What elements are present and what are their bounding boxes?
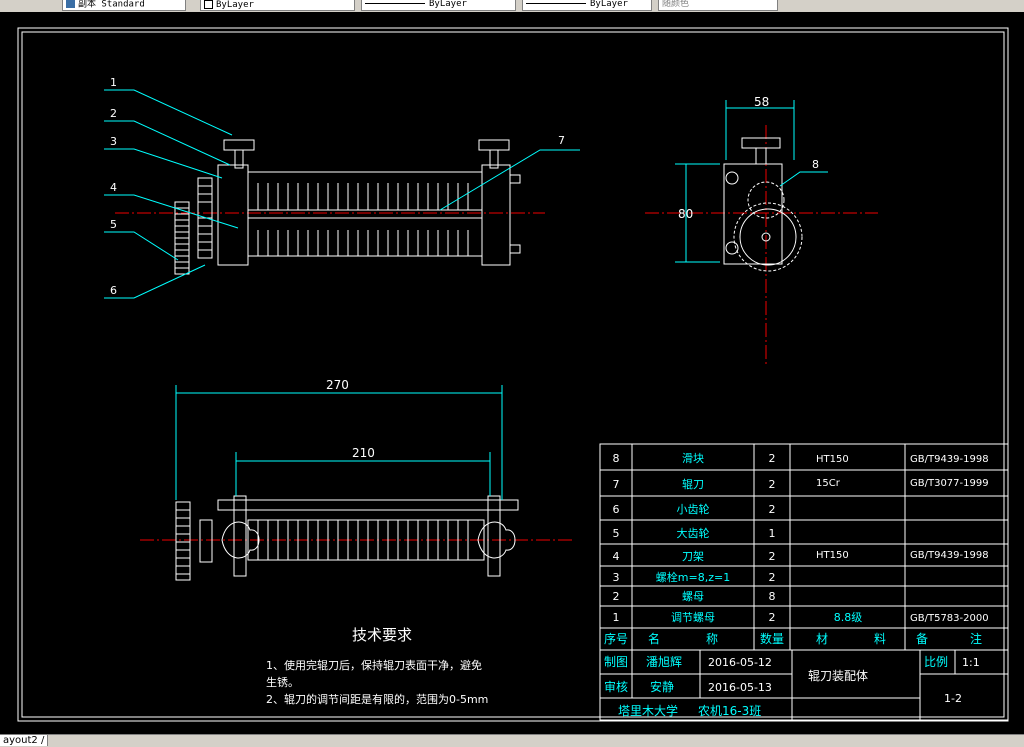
svg-text:8: 8 [613, 452, 620, 465]
svg-text:小齿轮: 小齿轮 [677, 502, 710, 516]
dim-270: 270 [326, 378, 349, 392]
svg-text:2016-05-12: 2016-05-12 [708, 656, 772, 669]
svg-text:塔里木大学: 塔里木大学 [618, 703, 678, 718]
text-style-icon [66, 0, 75, 8]
svg-text:滑块: 滑块 [682, 452, 704, 465]
part-label-7: 7 [558, 134, 565, 147]
side-view: 58 80 8 [645, 95, 878, 365]
top-view: 270 210 [140, 378, 572, 581]
svg-text:GB/T9439-1998: GB/T9439-1998 [910, 454, 989, 465]
svg-text:4: 4 [613, 550, 620, 563]
svg-text:料: 料 [874, 632, 886, 646]
svg-text:5: 5 [613, 527, 620, 540]
svg-text:名: 名 [648, 631, 660, 646]
svg-text:GB/T9439-1998: GB/T9439-1998 [910, 550, 989, 561]
svg-text:6: 6 [613, 503, 620, 516]
tech-title: 技术要求 [352, 626, 412, 644]
svg-text:制图: 制图 [604, 655, 628, 669]
svg-text:2: 2 [769, 611, 776, 624]
svg-text:2016-05-13: 2016-05-13 [708, 681, 772, 694]
drawing-title: 辊刀装配体 [808, 669, 868, 683]
svg-text:2: 2 [769, 478, 776, 491]
tech-line-2: 生锈。 [266, 675, 299, 689]
drawing-number: 1-2 [944, 692, 962, 705]
svg-text:8.8级: 8.8级 [834, 611, 863, 624]
dim-58: 58 [754, 95, 769, 109]
part-label-5: 5 [110, 218, 117, 231]
part-label-8: 8 [812, 158, 819, 171]
svg-text:大齿轮: 大齿轮 [677, 526, 710, 540]
tech-line-1: 1、使用完辊刀后，保持辊刀表面干净，避免 [266, 658, 482, 672]
linetype-preview [365, 3, 425, 4]
dim-210: 210 [352, 446, 375, 460]
svg-text:螺母: 螺母 [682, 590, 704, 603]
svg-text:农机16-3班: 农机16-3班 [698, 704, 761, 718]
color-dropdown[interactable]: ByLayer [200, 0, 355, 11]
svg-text:2: 2 [769, 452, 776, 465]
svg-text:注: 注 [970, 631, 982, 646]
svg-text:1: 1 [613, 611, 620, 624]
bom-rows: 8 7 6 5 4 3 2 1 2 2 2 1 2 2 8 2 滑块辊刀小齿轮大齿轮刀架螺栓m=8,z=1 螺… [604, 452, 989, 646]
drawing-canvas[interactable]: 1 2 3 4 5 6 7 58 80 8 270 210 技术要求 1、使用完… [0, 12, 1024, 734]
svg-text:数量: 数量 [760, 631, 784, 646]
tech-requirements: 技术要求 1、使用完辊刀后，保持辊刀表面干净，避免 生锈。 2、辊刀的调节间距是… [266, 626, 488, 706]
svg-text:安静: 安静 [650, 679, 674, 694]
lineweight-dropdown[interactable]: ByLayer [522, 0, 652, 11]
svg-text:2: 2 [769, 550, 776, 563]
svg-text:1:1: 1:1 [962, 656, 980, 669]
dim-80: 80 [678, 207, 693, 221]
svg-text:材: 材 [816, 632, 828, 646]
plotstyle-dropdown[interactable]: 随颜色 [658, 0, 778, 11]
text-style-dropdown[interactable]: 副本 Standard [62, 0, 186, 11]
part-label-4: 4 [110, 181, 117, 194]
svg-text:3: 3 [613, 571, 620, 584]
part-label-2: 2 [110, 107, 117, 120]
svg-text:辊刀: 辊刀 [682, 477, 704, 491]
svg-text:HT150: HT150 [816, 550, 849, 561]
svg-text:刀架: 刀架 [682, 550, 704, 563]
svg-text:称: 称 [706, 632, 718, 646]
svg-text:HT150: HT150 [816, 454, 849, 465]
svg-text:8: 8 [769, 590, 776, 603]
tab-layout2[interactable]: ayout2 / [0, 735, 49, 746]
color-swatch-icon [204, 0, 213, 9]
svg-text:GB/T5783-2000: GB/T5783-2000 [910, 613, 989, 624]
svg-text:备: 备 [916, 632, 928, 646]
status-bar: ayout2 / [0, 734, 1024, 747]
svg-text:15Cr: 15Cr [816, 478, 841, 489]
part-label-3: 3 [110, 135, 117, 148]
svg-text:比例: 比例 [924, 655, 948, 669]
linetype-dropdown[interactable]: ByLayer [361, 0, 516, 11]
svg-text:螺栓m=8,z=1: 螺栓m=8,z=1 [656, 570, 730, 584]
svg-text:2: 2 [769, 571, 776, 584]
svg-text:调节螺母: 调节螺母 [671, 611, 715, 624]
svg-text:序号: 序号 [604, 631, 628, 646]
tech-line-3: 2、辊刀的调节间距是有限的，范围为0-5mm [266, 692, 488, 706]
front-view: 1 2 3 4 5 6 7 [104, 76, 580, 299]
drawing-svg: 1 2 3 4 5 6 7 58 80 8 270 210 技术要求 1、使用完… [17, 27, 1009, 722]
svg-text:2: 2 [613, 590, 620, 603]
part-label-1: 1 [110, 76, 117, 89]
svg-text:GB/T3077-1999: GB/T3077-1999 [910, 478, 989, 489]
svg-text:7: 7 [613, 478, 620, 491]
svg-text:1: 1 [769, 527, 776, 540]
lineweight-preview [526, 3, 586, 4]
svg-text:审核: 审核 [604, 679, 628, 694]
svg-text:2: 2 [769, 503, 776, 516]
svg-text:潘旭辉: 潘旭辉 [646, 655, 682, 669]
part-label-6: 6 [110, 284, 117, 297]
